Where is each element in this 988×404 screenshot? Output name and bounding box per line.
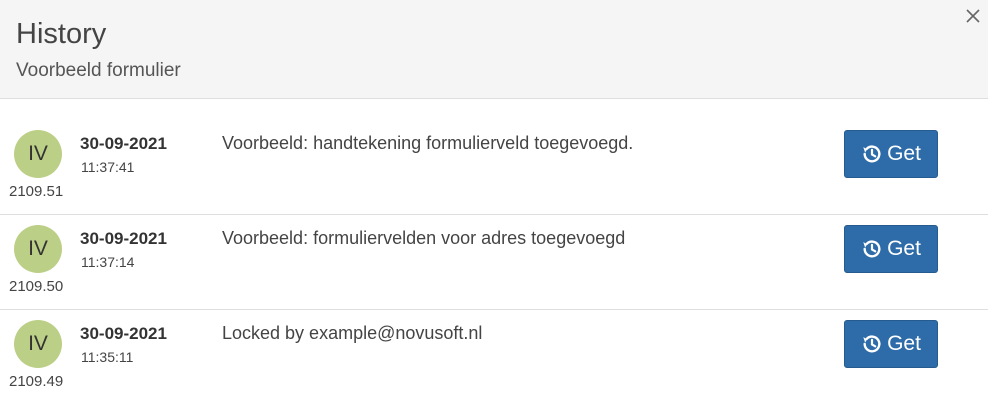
entry-message: Voorbeeld: formuliervelden voor adres to…: [222, 228, 626, 248]
version-number: 2109.51: [9, 183, 64, 200]
get-button-label: Get: [887, 332, 921, 355]
avatar: IV: [14, 130, 62, 178]
history-icon: [863, 335, 881, 353]
entry-date: 30-09-2021: [80, 324, 167, 343]
version-number: 2109.50: [9, 278, 64, 295]
modal-title: History: [16, 18, 107, 50]
entry-time: 11:37:14: [81, 254, 135, 270]
avatar: IV: [14, 320, 62, 368]
history-icon: [863, 145, 881, 163]
history-icon: [863, 240, 881, 258]
close-button[interactable]: [962, 5, 984, 27]
modal-header: History Voorbeeld formulier: [0, 0, 988, 99]
entry-time: 11:37:41: [81, 159, 135, 175]
entry-message: Locked by example@novusoft.nl: [222, 323, 483, 343]
entry-message: Voorbeeld: handtekening formulierveld to…: [222, 133, 634, 153]
version-number: 2109.49: [9, 373, 64, 390]
get-version-button[interactable]: Get: [844, 130, 938, 178]
get-button-label: Get: [887, 142, 921, 165]
entry-date: 30-09-2021: [80, 229, 167, 248]
get-version-button[interactable]: Get: [844, 320, 938, 368]
history-row: IV 2109.50 30-09-2021 11:37:14 Voorbeeld…: [0, 214, 988, 309]
history-list: IV 2109.51 30-09-2021 11:37:41 Voorbeeld…: [0, 120, 988, 404]
entry-date: 30-09-2021: [80, 134, 167, 153]
close-icon: [966, 9, 980, 23]
history-row: IV 2109.49 30-09-2021 11:35:11 Locked by…: [0, 309, 988, 404]
entry-time: 11:35:11: [81, 349, 134, 365]
modal-subtitle: Voorbeeld formulier: [16, 60, 181, 81]
get-version-button[interactable]: Get: [844, 225, 938, 273]
avatar: IV: [14, 225, 62, 273]
history-row: IV 2109.51 30-09-2021 11:37:41 Voorbeeld…: [0, 120, 988, 214]
get-button-label: Get: [887, 237, 921, 260]
